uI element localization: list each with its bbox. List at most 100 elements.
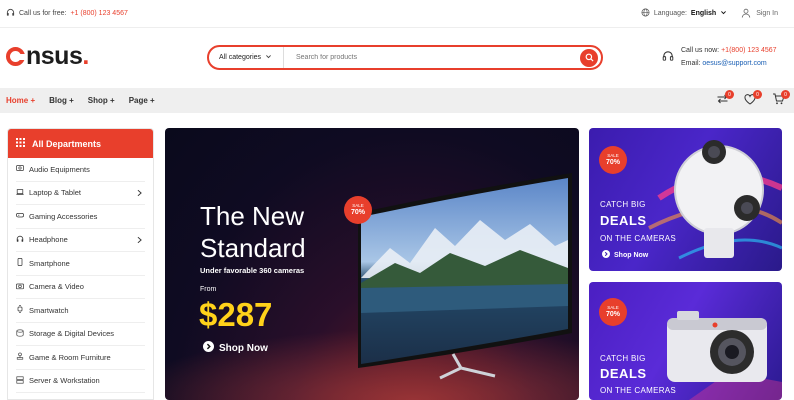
headphone-icon (16, 235, 24, 245)
contact-email[interactable]: oesus@support.com (702, 60, 766, 67)
call-info: Call us for free: +1 (800) 123 4567 (6, 8, 128, 19)
sidebar-item-camera[interactable]: Camera & Video (16, 276, 145, 299)
sale-badge-value: 70% (350, 209, 365, 216)
hero-sale-badge: SALE 70% (344, 196, 372, 224)
sidebar-item-smartphone[interactable]: Smartphone (16, 252, 145, 276)
call-number[interactable]: +1 (800) 123 4567 (70, 10, 127, 17)
chevron-down-icon (720, 9, 727, 18)
departments-list: Audio Equipments Laptop & Tablet Gaming … (8, 158, 153, 393)
sidebar-item-server[interactable]: Server & Workstation (16, 370, 145, 393)
hero-price: $287 (199, 296, 273, 333)
top-bar: Call us for free: +1 (800) 123 4567 Lang… (0, 0, 794, 28)
camera-deals-banner-1[interactable]: SALE 70% CATCH BIG DEALS ON THE CAMERAS … (589, 128, 782, 271)
smartphone-icon (16, 258, 24, 268)
sidebar-item-label: Audio Equipments (29, 164, 90, 174)
contact-info: Call us now: +1(800) 123 4567 Email: oes… (662, 44, 777, 70)
nav-item-home[interactable]: Home + (6, 96, 35, 105)
chevron-right-icon (136, 236, 143, 246)
banner-shop-now-label: Shop Now (614, 251, 649, 259)
search-button[interactable] (580, 48, 598, 67)
banner-line3: ON THE CAMERAS (600, 234, 677, 243)
hero-shop-now-button[interactable]: Shop Now (203, 341, 268, 355)
speaker-icon (16, 164, 24, 174)
sidebar-item-label: Smartphone (29, 258, 70, 268)
logo-dot: . (82, 42, 89, 70)
departments-title: All Departments (32, 138, 102, 149)
nav-item-blog[interactable]: Blog + (49, 96, 74, 105)
call-label: Call us for free: (19, 10, 67, 17)
server-icon (16, 376, 24, 386)
hero-banner[interactable]: The New Standard Under favorable 360 cam… (165, 128, 579, 400)
nav-item-shop[interactable]: Shop + (88, 96, 115, 105)
chevron-right-icon (136, 189, 143, 199)
language-value: English (690, 10, 717, 17)
sidebar-item-storage[interactable]: Storage & Digital Devices (16, 323, 145, 346)
contact-call-label: Call us now: (681, 47, 720, 54)
header: nsus . All categories Call us now: +1(80… (0, 28, 794, 88)
sidebar-item-label: Game & Room Furniture (29, 352, 111, 362)
sidebar-item-gaming[interactable]: Gaming Accessories (16, 205, 145, 229)
chevron-circle-icon (203, 341, 214, 355)
nav-item-page[interactable]: Page + (129, 96, 155, 105)
banner-shop-now-button[interactable]: Shop Now (602, 250, 648, 260)
banner-sale-badge: SALE 70% (599, 298, 627, 326)
sidebar-item-label: Gaming Accessories (29, 211, 98, 221)
sidebar-item-headphone[interactable]: Headphone (16, 229, 145, 252)
cart-button[interactable]: 0 (770, 90, 790, 108)
search-icon (585, 49, 594, 67)
hero-subtitle: Under favorable 360 cameras (200, 266, 305, 275)
hero-from-label: From (200, 286, 217, 293)
contact-call-number[interactable]: +1(800) 123 4567 (721, 47, 776, 54)
sidebar-item-label: Storage & Digital Devices (29, 329, 115, 339)
sidebar-item-audio[interactable]: Audio Equipments (16, 158, 145, 182)
category-select-label: All categories (219, 54, 262, 61)
globe-icon (641, 8, 650, 19)
logo[interactable]: nsus . (6, 42, 89, 71)
compare-button[interactable]: 0 (714, 90, 734, 108)
hero-shop-now-label: Shop Now (219, 342, 268, 354)
headset-icon (662, 50, 674, 64)
sidebar-item-furniture[interactable]: Game & Room Furniture (16, 346, 145, 370)
laptop-icon (16, 188, 24, 198)
camera-icon (16, 282, 24, 292)
signin-label: Sign In (756, 10, 778, 17)
banner-line1: CATCH BIG (600, 354, 646, 363)
watch-icon (16, 305, 24, 315)
banner-line1: CATCH BIG (600, 200, 646, 209)
logo-text: nsus (26, 42, 83, 70)
chevron-circle-icon (602, 250, 610, 260)
sidebar-item-label: Laptop & Tablet (29, 188, 81, 198)
wishlist-count: 0 (753, 90, 762, 99)
logo-ring (6, 47, 25, 66)
language-selector[interactable]: Language: English (641, 8, 727, 19)
departments-header[interactable]: All Departments (8, 129, 153, 158)
sidebar-item-label: Headphone (29, 235, 68, 245)
signin-link[interactable]: Sign In (741, 8, 788, 20)
gamepad-icon (16, 211, 24, 221)
main-nav: Home + Blog + Shop + Page + 0 0 0 (0, 88, 794, 113)
search-bar: All categories (207, 45, 603, 70)
banner-line2: DEALS (600, 366, 647, 381)
sale-badge-value: 70% (605, 159, 620, 166)
wishlist-button[interactable]: 0 (742, 90, 762, 108)
sidebar-item-laptop[interactable]: Laptop & Tablet (16, 182, 145, 205)
language-label: Language: (653, 10, 687, 17)
sidebar-item-label: Smartwatch (29, 305, 69, 315)
grid-icon (16, 138, 25, 149)
chevron-down-icon (265, 53, 272, 62)
camera-deals-banner-2[interactable]: SALE 70% CATCH BIG DEALS ON THE CAMERAS (589, 282, 782, 400)
storage-icon (16, 329, 24, 339)
headset-icon (6, 8, 15, 19)
sidebar-item-smartwatch[interactable]: Smartwatch (16, 299, 145, 323)
search-input[interactable] (284, 47, 580, 68)
departments-sidebar: All Departments Audio Equipments Laptop … (7, 128, 154, 400)
sidebar-item-label: Server & Workstation (29, 376, 100, 386)
contact-email-label: Email: (681, 60, 701, 67)
sale-badge-value: 70% (605, 311, 620, 318)
category-select[interactable]: All categories (209, 47, 284, 68)
joystick-icon (16, 352, 24, 362)
user-icon (741, 8, 751, 20)
compare-count: 0 (725, 90, 734, 99)
banner-line2: DEALS (600, 213, 647, 228)
hero-tv-illustration (165, 173, 579, 400)
